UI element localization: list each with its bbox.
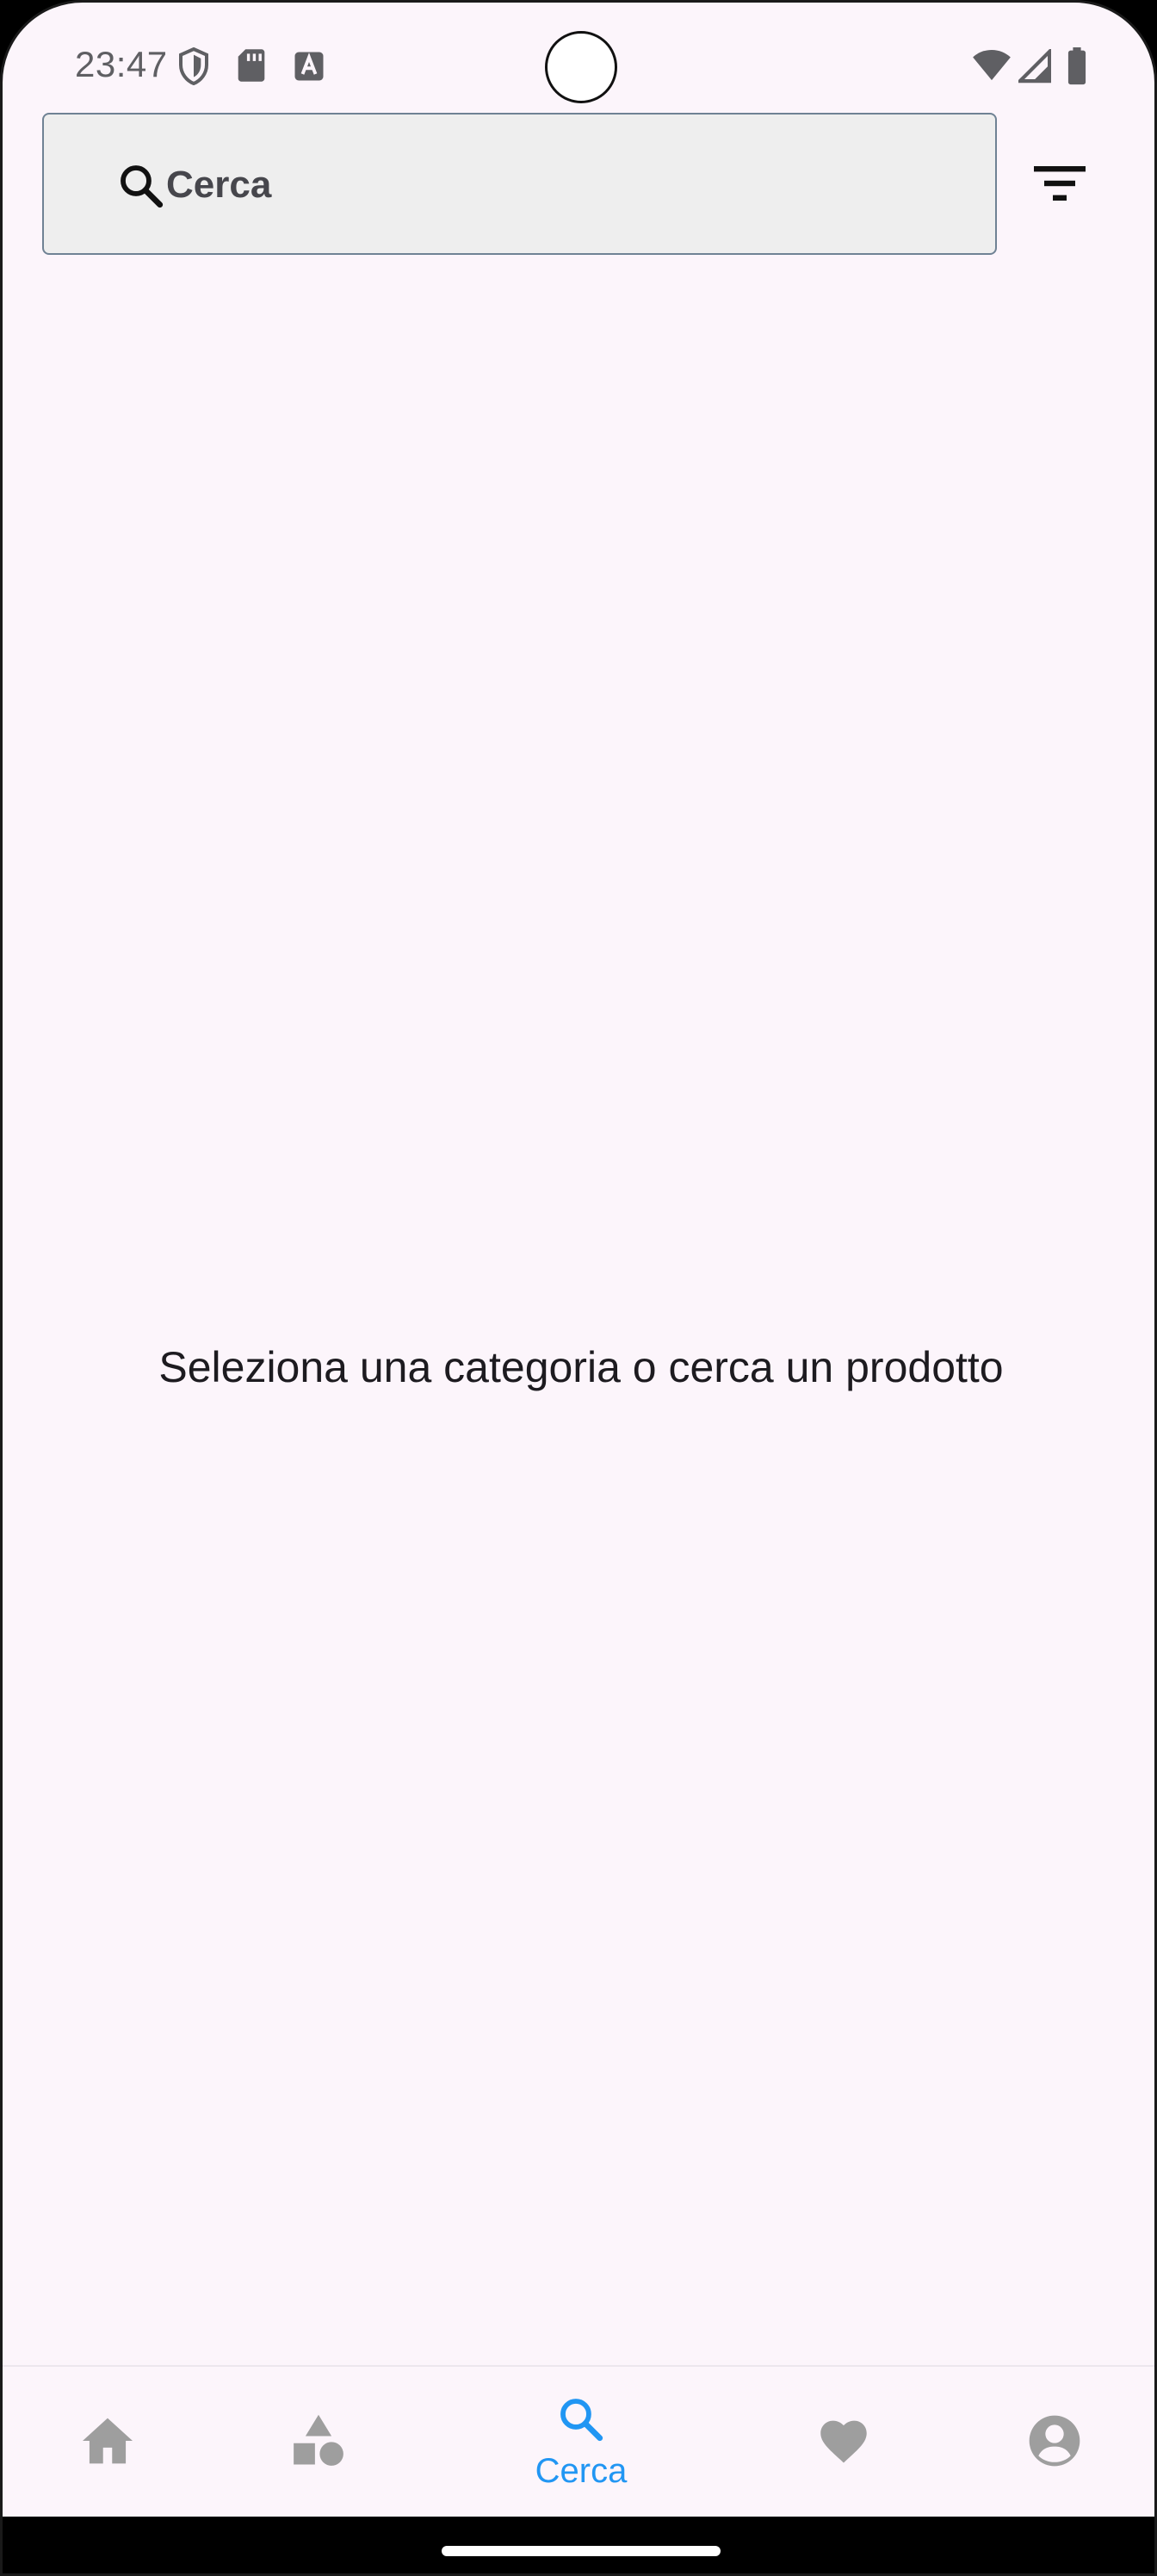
bottom-navigation: Cerca [3,2365,1154,2517]
status-time: 23:47 [75,44,168,84]
search-input[interactable] [166,149,941,221]
wifi-icon [972,49,1012,86]
nav-label-search: Cerca [535,2452,628,2490]
battery-icon [1067,47,1087,90]
camera-cutout [545,31,617,103]
home-indicator[interactable] [442,2546,721,2556]
sd-card-icon [237,47,266,88]
search-bar[interactable] [42,113,997,255]
status-bar: 23:47 [3,3,1154,106]
shield-icon [176,46,211,90]
heart-icon [817,2417,870,2469]
categories-icon [290,2412,347,2474]
search-icon [556,2394,606,2449]
nav-item-categories[interactable] [245,2367,392,2518]
nav-item-account[interactable] [981,2367,1128,2518]
filter-icon [1034,164,1086,207]
nav-item-favorites[interactable] [770,2367,917,2518]
account-icon [1027,2413,1082,2473]
nav-item-home[interactable] [34,2367,181,2518]
gesture-bar [3,2517,1154,2573]
nav-item-search[interactable]: Cerca [508,2367,654,2518]
app-screen: 23:47 Cerca Seleziona una categoria o ce… [0,0,1157,2576]
text-a-icon [294,51,325,86]
home-icon [80,2416,135,2470]
empty-state-message: Seleziona una categoria o cerca un prodo… [158,1343,1004,1391]
signal-icon [1015,46,1052,88]
search-icon [116,161,166,215]
filter-button[interactable] [1024,149,1096,221]
